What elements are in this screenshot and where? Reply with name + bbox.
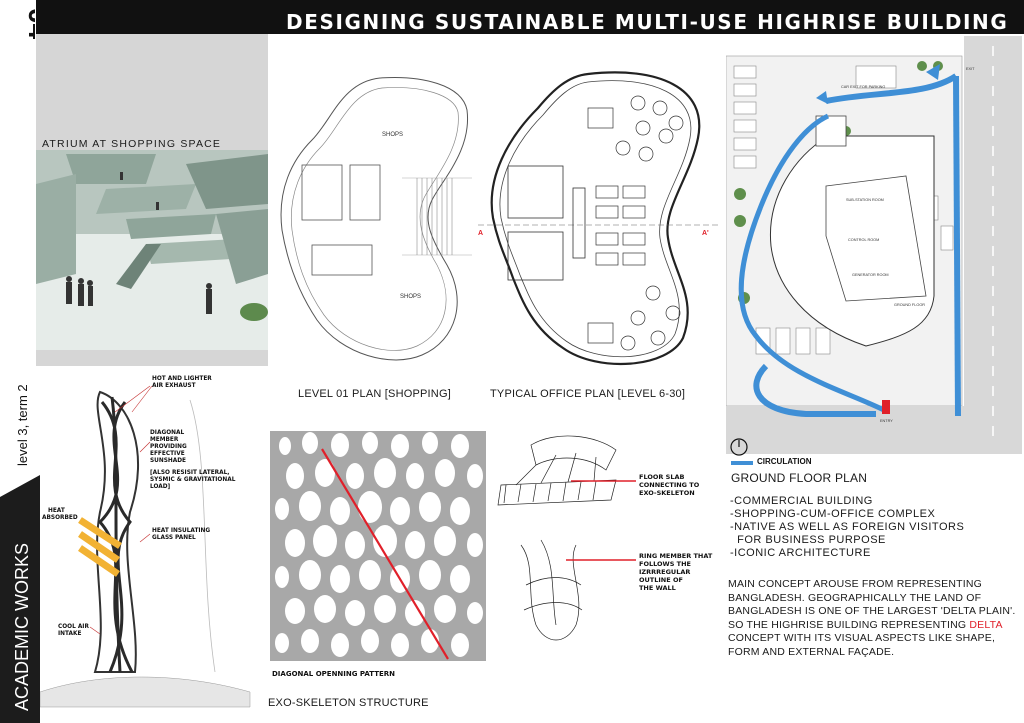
- diagonal-pattern-label: DIAGONAL OPENNING PATTERN: [272, 670, 395, 678]
- diagonal-member-annotation: DIAGONAL MEMBER PROVIDING EFFECTIVE SUNSHADE: [150, 430, 187, 464]
- atrium-image: [36, 34, 268, 366]
- heat-insulating-annotation: HEAT INSULATING GLASS PANEL: [152, 528, 210, 541]
- entry-label: ENTRY: [880, 419, 893, 423]
- page-title: DESIGNING SUSTAINABLE MULTI-USE HIGHRISE…: [286, 10, 1009, 34]
- hot-air-annotation: HOT AND LIGHTER AIR EXHAUST: [152, 376, 212, 389]
- cool-air-annotation: COOL AIR INTAKE: [58, 624, 89, 637]
- feature-item: FOR BUSINESS PURPOSE: [730, 534, 886, 546]
- substation-label: SUB-STATION ROOM: [846, 198, 884, 202]
- tower-section-drawing: HOT AND LIGHTER AIR EXHAUST DIAGONAL MEMBE…: [40, 376, 251, 708]
- atrium-render: [36, 34, 268, 366]
- circulation-swatch: [731, 461, 753, 465]
- ring-member-annotation: RING MEMBER THAT FOLLOWS THE IZRRREGULAR OU…: [639, 552, 713, 592]
- generator-room-label: GENERATOR ROOM: [852, 273, 889, 277]
- term-text: level 3, term 2: [15, 384, 30, 466]
- floor-slab-annotation: FLOOR SLAB CONNECTING TO EXO-SKELETON: [639, 473, 700, 497]
- delta-highlight: DELTA: [969, 618, 1003, 631]
- atrium-label: ATRIUM AT SHOPPING SPACE: [42, 138, 222, 150]
- concept-line: CONCEPT WITH ITS VISUAL ASPECTS LIKE SHA…: [728, 632, 996, 645]
- term-label: level 3, term 2: [15, 384, 30, 466]
- office-plan-drawing: A A': [478, 71, 718, 366]
- level01-plan-drawing: SHOPS SHOPS: [280, 77, 472, 361]
- feature-item: -ICONIC ARCHITECTURE: [730, 547, 871, 559]
- concept-line: MAIN CONCEPT AROUSE FROM REPRESENTING: [728, 578, 982, 590]
- concept-line-text: SO THE HIGHRISE BUILDING REPRESENTING: [728, 618, 970, 631]
- shops-label-bottom: SHOPS: [400, 294, 421, 300]
- concept-paragraph: MAIN CONCEPT AROUSE FROM REPRESENTING BA…: [728, 578, 1022, 660]
- section-number-text: 04: [23, 8, 35, 40]
- concept-line: FORM AND EXTERNAL FAÇADE.: [728, 645, 895, 658]
- ground-floor-caption: GROUND FLOOR PLAN: [731, 471, 868, 485]
- feature-item: -COMMERCIAL BUILDING: [730, 495, 873, 507]
- level01-caption: LEVEL 01 PLAN [SHOPPING]: [298, 388, 451, 400]
- feature-item: -SHOPPING-CUM-OFFICE COMPLEX: [730, 508, 936, 520]
- concept-line: BANGLADESH IS ONE OF THE LARGEST 'DELTA …: [728, 605, 1016, 618]
- section-mark-a-prime: A': [702, 230, 709, 237]
- shops-label-top: SHOPS: [382, 132, 403, 138]
- exo-skeleton-caption: EXO-SKELETON STRUCTURE: [268, 697, 429, 709]
- office-caption: TYPICAL OFFICE PLAN [LEVEL 6-30]: [490, 388, 686, 400]
- ground-floor-plan-drawing: CAR EXIT FOR PARKING EXIT ENTRY SUB-STAT…: [726, 36, 1022, 454]
- circulation-label: CIRCULATION: [757, 457, 812, 466]
- academic-works-text: ACADEMIC WORKS: [12, 543, 32, 711]
- heat-absorbed-annotation: HEAT ABSORBED: [42, 508, 78, 521]
- exo-skeleton-sketches: FLOOR SLAB CONNECTING TO EXO-SKELETON RING…: [497, 435, 713, 641]
- exit-label: EXIT: [966, 67, 975, 71]
- building-features-list: -COMMERCIAL BUILDING -SHOPPING-CUM-OFFIC…: [730, 495, 1020, 560]
- concept-line: SO THE HIGHRISE BUILDING REPRESENTING DE…: [728, 619, 1022, 633]
- feature-item: -NATIVE AS WELL AS FOREIGN VISITORS: [730, 521, 965, 533]
- section-mark-a: A: [478, 230, 483, 237]
- control-room-label: CONTROL ROOM: [848, 238, 879, 242]
- car-exit-label: CAR EXIT FOR PARKING: [841, 85, 885, 89]
- concept-line: BANGLADESH. GEOGRAPHICALLY THE LAND OF: [728, 591, 982, 604]
- ground-floor-label: GROUND FLOOR: [894, 303, 925, 307]
- opening-pattern-drawing: DIAGONAL OPENNING PATTERN: [270, 431, 486, 679]
- circulation-legend: CIRCULATION: [730, 438, 812, 466]
- resist-annotation: [ALSO RESISIT LATERAL, SYSMIC & GRAVITATI…: [150, 470, 236, 490]
- section-number: 04: [23, 8, 35, 40]
- academic-works-banner: ACADEMIC WORKS: [0, 475, 40, 723]
